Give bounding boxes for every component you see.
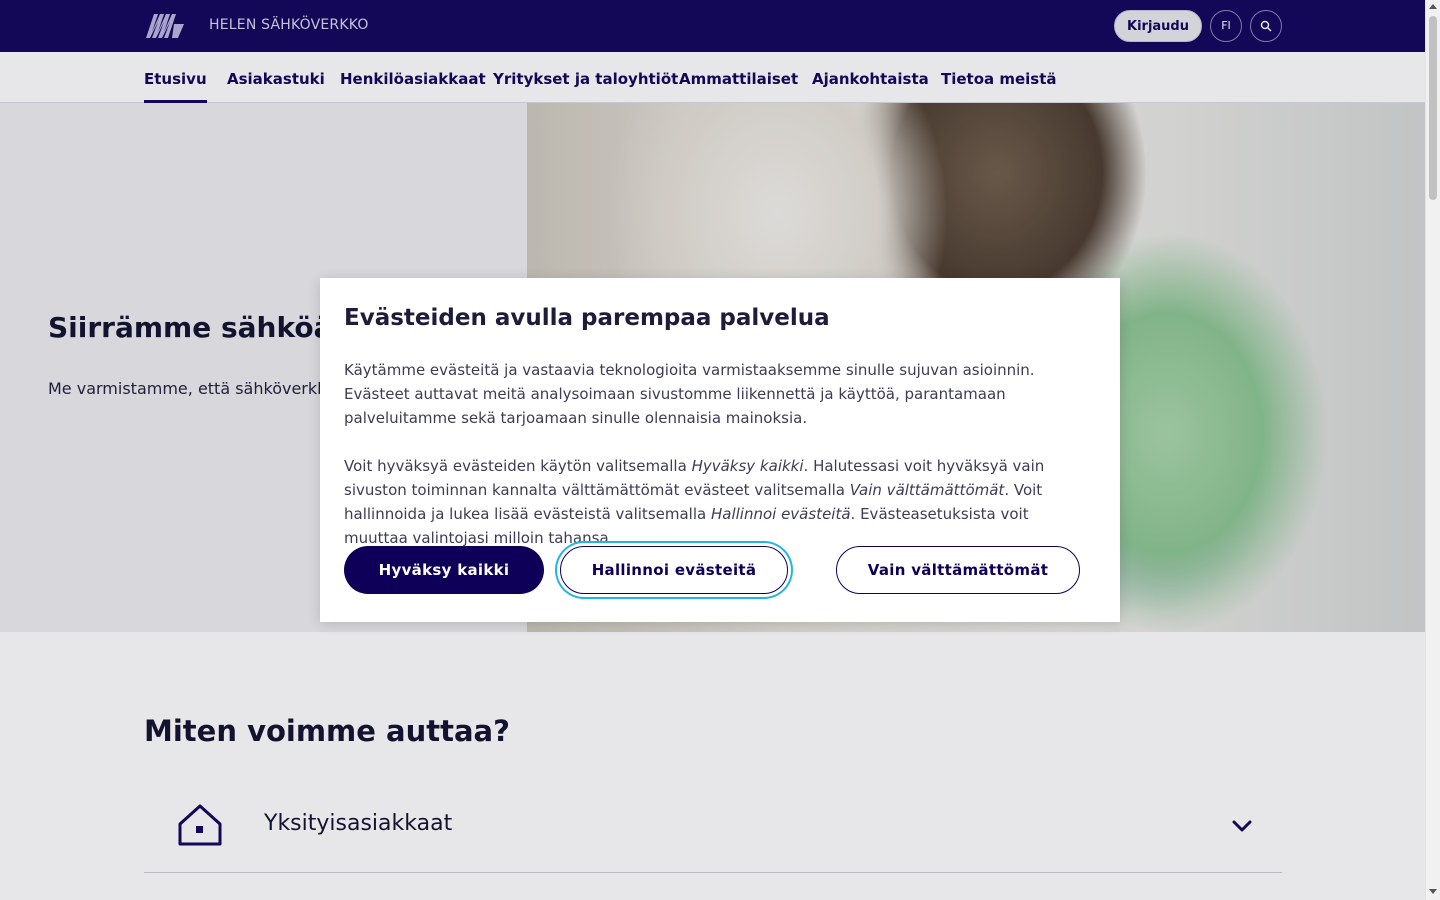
scroll-down-arrow[interactable] <box>1429 889 1437 894</box>
scroll-thumb[interactable] <box>1429 16 1437 200</box>
cookie-dialog: Evästeiden avulla parempaa palvelua Käyt… <box>320 278 1120 622</box>
scroll-up-arrow[interactable] <box>1429 4 1437 9</box>
manage-cookies-button[interactable]: Hallinnoi evästeitä <box>560 546 788 594</box>
page-scrollbar[interactable] <box>1425 0 1440 900</box>
accept-all-button[interactable]: Hyväksy kaikki <box>344 546 544 594</box>
cookie-dialog-text-2: Voit hyväksyä evästeiden käytön valitsem… <box>344 457 1045 547</box>
necessary-only-button[interactable]: Vain välttämättömät <box>836 546 1080 594</box>
cookie-dialog-title: Evästeiden avulla parempaa palvelua <box>344 305 830 331</box>
cookie-dialog-text-1: Käytämme evästeitä ja vastaavia teknolog… <box>344 361 1035 427</box>
